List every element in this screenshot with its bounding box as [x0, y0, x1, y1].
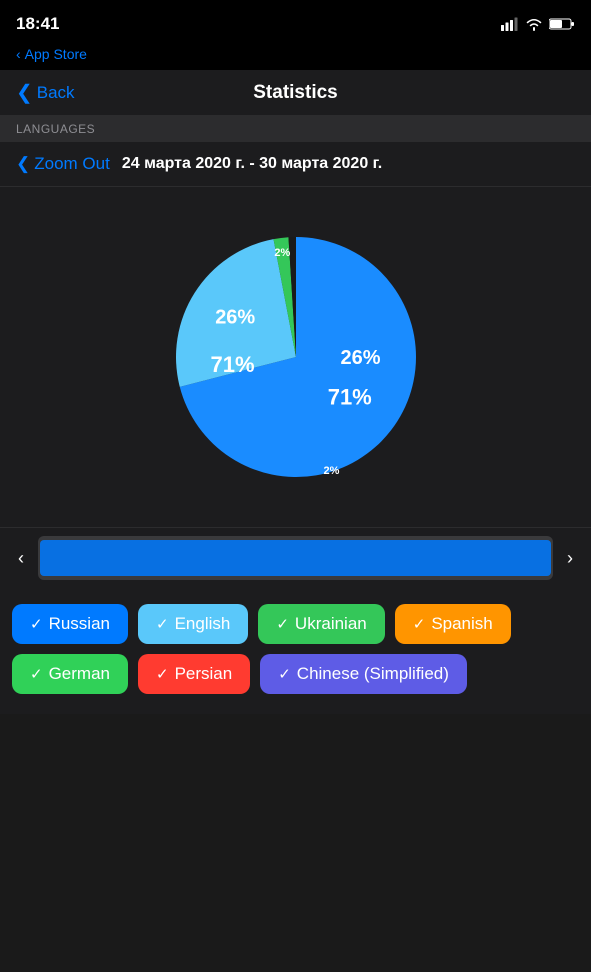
section-header: LANGUAGES: [0, 116, 591, 142]
lang-tag-russian[interactable]: ✓ Russian: [12, 604, 128, 644]
check-icon-chinese: ✓: [278, 665, 291, 683]
check-icon-persian: ✓: [156, 665, 169, 683]
battery-icon: [549, 17, 575, 31]
lang-label-english: English: [175, 614, 231, 634]
scroll-bar-track[interactable]: [38, 536, 553, 580]
lang-tag-english[interactable]: ✓ English: [138, 604, 248, 644]
back-label: Back: [37, 83, 75, 103]
check-icon-russian: ✓: [30, 615, 43, 633]
chart-area: 71% 26% 2% 71% 26% 2%: [0, 187, 591, 527]
status-icons: [501, 17, 575, 31]
date-range: 24 марта 2020 г. - 30 марта 2020 г.: [122, 155, 382, 173]
lang-label-spanish: Spanish: [431, 614, 492, 634]
check-icon-english: ✓: [156, 615, 169, 633]
pie-chart-svg: 71% 26% 2%: [156, 217, 436, 497]
back-chevron-icon: ❮: [16, 80, 33, 105]
lang-tag-german[interactable]: ✓ German: [12, 654, 128, 694]
lang-label-chinese: Chinese (Simplified): [297, 664, 449, 684]
appstore-chevron-icon: ‹: [16, 46, 21, 62]
check-icon-spanish: ✓: [413, 615, 426, 633]
zoom-chevron-icon: ❮: [16, 154, 30, 174]
lang-tag-spanish[interactable]: ✓ Spanish: [395, 604, 511, 644]
check-icon-german: ✓: [30, 665, 43, 683]
scroll-bar-thumb: [40, 540, 551, 576]
appstore-label: App Store: [25, 46, 87, 62]
zoom-out-label: Zoom Out: [34, 154, 110, 174]
signal-icon: [501, 17, 519, 31]
lang-tag-chinese[interactable]: ✓ Chinese (Simplified): [260, 654, 467, 694]
svg-text:2%: 2%: [274, 247, 290, 259]
svg-text:26%: 26%: [215, 307, 255, 329]
lang-label-german: German: [49, 664, 110, 684]
scroll-indicator-area: ‹ ›: [0, 527, 591, 588]
check-icon-ukrainian: ✓: [276, 615, 289, 633]
language-tags: ✓ Russian ✓ English ✓ Ukrainian ✓ Spanis…: [0, 588, 591, 714]
wifi-icon: [525, 17, 543, 31]
zoom-bar: ❮ Zoom Out 24 марта 2020 г. - 30 марта 2…: [0, 142, 591, 187]
appstore-row: ‹ App Store: [0, 44, 591, 70]
svg-text:71%: 71%: [327, 384, 371, 409]
page-title: Statistics: [253, 82, 337, 104]
status-time: 18:41: [16, 14, 59, 34]
lang-tag-persian[interactable]: ✓ Persian: [138, 654, 250, 694]
lang-tag-ukrainian[interactable]: ✓ Ukrainian: [258, 604, 384, 644]
scroll-left-button[interactable]: ‹: [10, 544, 32, 573]
status-bar: 18:41: [0, 0, 591, 44]
lang-label-russian: Russian: [49, 614, 110, 634]
pie-chart: 71% 26% 2% 71% 26% 2%: [156, 217, 436, 497]
nav-bar: ❮ Back Statistics: [0, 70, 591, 116]
back-button[interactable]: ❮ Back: [16, 80, 75, 105]
zoom-out-button[interactable]: ❮ Zoom Out: [16, 154, 110, 174]
lang-label-ukrainian: Ukrainian: [295, 614, 367, 634]
lang-label-persian: Persian: [175, 664, 233, 684]
scroll-right-button[interactable]: ›: [559, 544, 581, 573]
